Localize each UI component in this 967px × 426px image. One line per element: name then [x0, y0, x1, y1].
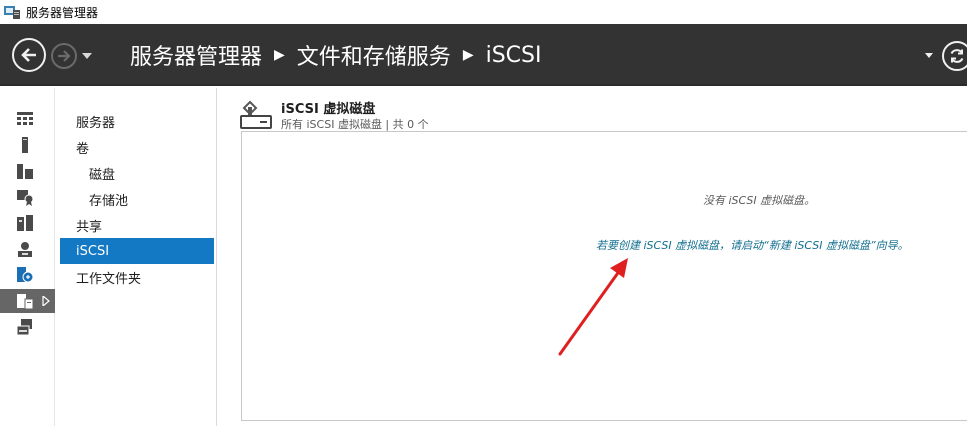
annotation-arrow-icon — [558, 258, 628, 356]
empty-message: 没有 iSCSI 虚拟磁盘。 — [703, 194, 816, 207]
nav-local-server[interactable] — [0, 133, 55, 157]
refresh-button[interactable] — [942, 41, 967, 71]
breadcrumb: 服务器管理器 ▶ 文件和存储服务 ▶ iSCSI — [130, 39, 542, 71]
arrow-left-icon — [21, 48, 36, 62]
nav-file-storage-services[interactable] — [0, 289, 55, 313]
left-icon-bar — [0, 88, 55, 426]
tile-header: iSCSI 虚拟磁盘 所有 iSCSI 虚拟磁盘 | 共 0 个 — [238, 94, 967, 132]
arrow-right-icon — [58, 50, 71, 62]
breadcrumb-separator-icon: ▶ — [274, 47, 285, 63]
ad-cs-icon — [17, 190, 34, 206]
subnav-item-servers[interactable]: 服务器 — [60, 108, 214, 134]
nav-dhcp[interactable] — [0, 263, 55, 287]
subnav-item-label: 磁盘 — [89, 167, 116, 183]
server-manager-app-icon — [4, 6, 20, 19]
chevron-down-icon[interactable] — [925, 53, 933, 58]
subnav-item-label: 卷 — [76, 141, 90, 157]
breadcrumb-item-iscsi: iSCSI — [485, 42, 542, 68]
subnav-item-storage-pools[interactable]: 存储池 — [60, 186, 214, 212]
subnav-item-label: 存储池 — [89, 193, 129, 209]
nav-ad-cs[interactable] — [0, 185, 55, 209]
print-services-icon — [16, 319, 32, 336]
subnav-item-label: 共享 — [76, 219, 103, 235]
main-content: iSCSI 虚拟磁盘 所有 iSCSI 虚拟磁盘 | 共 0 个 没有 iSCS… — [218, 88, 967, 426]
subnav-item-shares[interactable]: 共享 — [60, 212, 214, 238]
forward-button[interactable] — [51, 43, 77, 69]
refresh-icon — [950, 49, 964, 63]
ad-rms-icon — [18, 242, 32, 257]
header-bar: 服务器管理器 ▶ 文件和存储服务 ▶ iSCSI — [0, 24, 967, 86]
file-storage-icon — [17, 294, 34, 310]
back-button[interactable] — [12, 38, 46, 72]
subnav-item-iscsi[interactable]: iSCSI — [60, 238, 214, 264]
window-title: 服务器管理器 — [26, 5, 99, 20]
dashboard-icon — [17, 112, 33, 125]
iscsi-disk-icon — [240, 100, 272, 129]
iscsi-disk-list: 没有 iSCSI 虚拟磁盘。 若要创建 iSCSI 虚拟磁盘，请启动“新建 iS… — [241, 131, 967, 421]
subnav-item-work-folders[interactable]: 工作文件夹 — [60, 264, 214, 290]
tile-title: iSCSI 虚拟磁盘 — [281, 102, 376, 117]
subnav-item-label: iSCSI — [76, 243, 110, 259]
all-servers-icon — [17, 164, 33, 179]
nav-all-servers[interactable] — [0, 159, 55, 183]
local-server-icon — [22, 137, 28, 153]
subnav-item-label: 工作文件夹 — [76, 271, 142, 287]
breadcrumb-separator-icon: ▶ — [462, 47, 474, 63]
window-titlebar: 服务器管理器 — [0, 0, 967, 24]
history-dropdown-icon[interactable] — [82, 53, 92, 59]
nav-dashboard[interactable] — [0, 107, 55, 131]
tile-subtitle: 所有 iSCSI 虚拟磁盘 | 共 0 个 — [281, 118, 429, 131]
dhcp-icon — [17, 267, 34, 283]
nav-ad-ds[interactable] — [0, 211, 55, 235]
subnav-item-disks[interactable]: 磁盘 — [60, 160, 214, 186]
breadcrumb-item-file-storage[interactable]: 文件和存储服务 — [297, 39, 451, 71]
subnav-item-label: 服务器 — [76, 115, 116, 131]
nav-ad-rms[interactable] — [0, 237, 55, 261]
breadcrumb-item-server-manager[interactable]: 服务器管理器 — [130, 39, 262, 71]
create-iscsi-wizard-link[interactable]: 若要创建 iSCSI 虚拟磁盘，请启动“新建 iSCSI 虚拟磁盘”向导。 — [596, 237, 909, 253]
expand-arrow-icon — [42, 296, 50, 306]
subnav-item-volumes[interactable]: 卷 — [60, 134, 214, 160]
nav-print-services[interactable] — [0, 315, 55, 339]
ad-ds-icon — [17, 215, 33, 231]
sub-navigation: 服务器 卷 磁盘 存储池 共享 iSCSI 工作文件夹 — [55, 88, 217, 426]
